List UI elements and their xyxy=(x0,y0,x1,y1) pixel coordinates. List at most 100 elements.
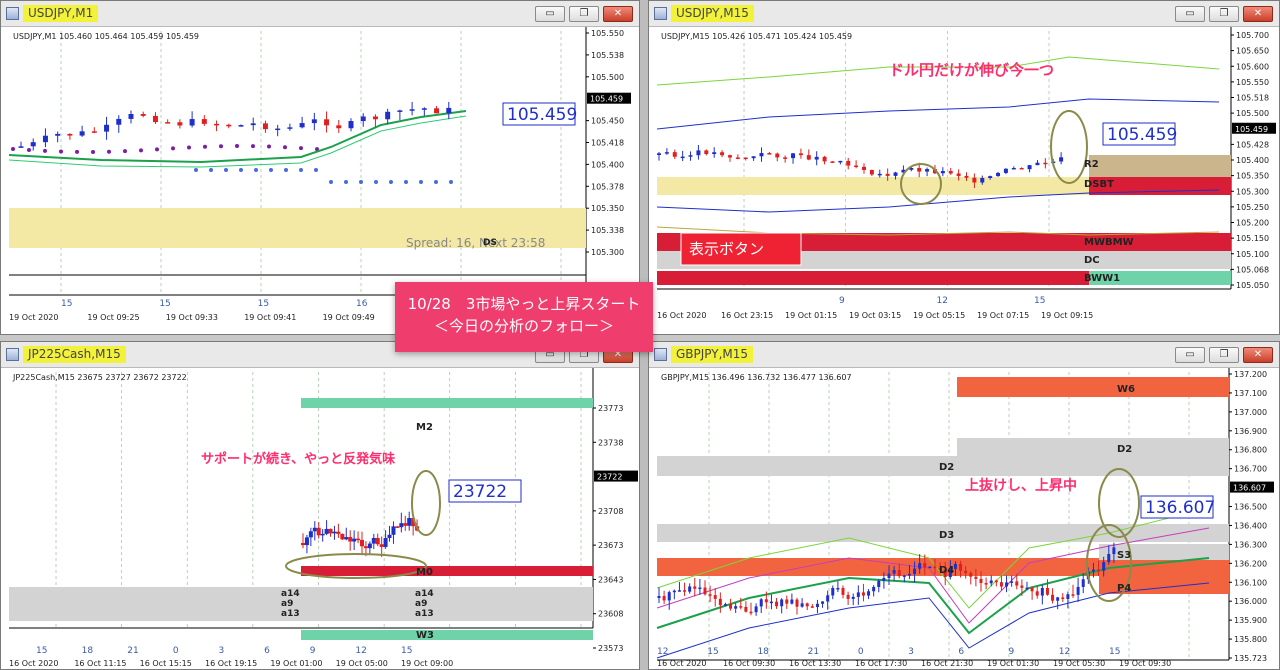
candle-body xyxy=(395,526,400,528)
restore-button[interactable]: ❐ xyxy=(1209,6,1239,22)
candle-body xyxy=(959,563,963,571)
minimize-button[interactable]: ▭ xyxy=(1175,347,1205,363)
candle-body xyxy=(790,599,794,604)
candle-body xyxy=(989,580,993,584)
candle-body xyxy=(693,586,697,589)
candle-body xyxy=(399,523,404,528)
candle-body xyxy=(1010,581,1014,583)
candle-body xyxy=(814,156,819,160)
w6-zone xyxy=(957,377,1229,397)
candle-body xyxy=(872,586,876,592)
candle-body xyxy=(1097,569,1101,572)
candle-body xyxy=(1066,594,1070,599)
candle-body xyxy=(238,125,244,127)
chart-window-jp225cash-m15[interactable]: JP225Cash,M15 ▭ ❐ ✕ JP225Cash,M15 23675 … xyxy=(0,341,640,670)
price-tick-label: 105.550 xyxy=(1236,78,1269,87)
price-chart[interactable]: USDJPY,M15 105.426 105.471 105.424 105.4… xyxy=(649,27,1279,334)
candle-body xyxy=(821,601,825,604)
candle-body xyxy=(925,169,930,172)
session-hour-label: 0 xyxy=(858,647,864,657)
price-tick-label: 137.000 xyxy=(1234,408,1267,417)
candle-body xyxy=(336,531,341,534)
time-tick-label: 19 Oct 03:15 xyxy=(849,311,901,320)
candle-body xyxy=(720,152,725,156)
psar-dot xyxy=(91,149,95,154)
price-tick-label: 136.607 xyxy=(1233,484,1266,493)
zone-label: R2 xyxy=(1084,159,1099,170)
candle-body xyxy=(363,546,368,549)
price-chart[interactable]: JP225Cash,M15 23675 23727 23672 23722 237… xyxy=(1,368,639,669)
chart-window-usdjpy-m15[interactable]: USDJPY,M15 ▭ ❐ ✕ USDJPY,M15 105.426 105.… xyxy=(648,0,1280,335)
candle-body xyxy=(344,537,349,540)
psar-dot xyxy=(224,168,228,172)
window-title: USDJPY,M1 xyxy=(23,5,99,22)
candle-body xyxy=(683,590,687,592)
spread-readout: Spread: 16, Next 23:58 xyxy=(406,236,545,250)
ohlc-readout: JP225Cash,M15 23675 23727 23672 23722 xyxy=(12,373,187,382)
zone-label: D4 xyxy=(939,565,954,576)
session-hour-label: 12 xyxy=(937,296,948,306)
session-hour-label: 15 xyxy=(1109,647,1120,657)
time-tick-label: 19 Oct 09:30 xyxy=(1119,659,1171,668)
minimize-button[interactable]: ▭ xyxy=(535,6,565,22)
candle-body xyxy=(928,566,932,569)
time-tick-label: 16 Oct 21:30 xyxy=(921,659,973,668)
chart-window-icon xyxy=(654,348,667,361)
resistance-zone-r2 xyxy=(1089,155,1231,177)
time-tick-label: 19 Oct 01:30 xyxy=(987,659,1039,668)
candle-body xyxy=(672,152,677,157)
price-tick-label: 105.450 xyxy=(591,117,624,126)
zone-label: S3 xyxy=(1117,550,1131,561)
candle-body xyxy=(316,527,321,536)
analysis-follow-banner: 10/28 3市場やっと上昇スタート ＜今日の分析のフォロー＞ xyxy=(395,282,653,352)
title-bar[interactable]: GBPJPY,M15 ▭ ❐ ✕ xyxy=(649,342,1279,368)
price-tick-label: 23608 xyxy=(598,610,623,619)
close-button[interactable]: ✕ xyxy=(1243,347,1273,363)
time-tick-label: 19 Oct 09:15 xyxy=(1041,311,1093,320)
session-hour-label: 3 xyxy=(908,647,914,657)
psar-dot xyxy=(187,145,191,150)
session-hour-label: 12 xyxy=(355,646,366,656)
restore-button[interactable]: ❐ xyxy=(569,6,599,22)
minimize-button[interactable]: ▭ xyxy=(1175,6,1205,22)
candle-body xyxy=(897,570,901,577)
chart-window-gbpjpy-m15[interactable]: GBPJPY,M15 ▭ ❐ ✕ GBPJPY,M15 136.496 136.… xyxy=(648,341,1280,670)
annotation-text: 上抜けし、上昇中 xyxy=(965,477,1077,494)
title-bar[interactable]: USDJPY,M15 ▭ ❐ ✕ xyxy=(649,1,1279,27)
candle-body xyxy=(664,152,669,154)
price-tick-label: 136.900 xyxy=(1234,427,1267,436)
price-chart[interactable]: GBPJPY,M15 136.496 136.732 136.477 136.6… xyxy=(649,368,1279,669)
candle-body xyxy=(1045,587,1049,595)
session-hour-label: 0 xyxy=(173,646,179,656)
psar-dot xyxy=(139,148,143,153)
session-hour-label: 18 xyxy=(82,646,94,656)
title-bar[interactable]: USDJPY,M1 ▭ ❐ ✕ xyxy=(1,1,639,27)
ohlc-readout: GBPJPY,M15 136.496 136.732 136.477 136.6… xyxy=(661,373,852,382)
close-button[interactable]: ✕ xyxy=(1243,6,1273,22)
price-tick-label: 23773 xyxy=(598,404,623,413)
time-tick-label: 19 Oct 09:00 xyxy=(401,659,453,668)
candle-body xyxy=(749,611,753,614)
psar-dot xyxy=(203,144,207,149)
candle-body xyxy=(764,599,768,603)
close-button[interactable]: ✕ xyxy=(603,6,633,22)
candle-body xyxy=(735,157,740,159)
candle-body xyxy=(893,172,898,176)
candle-body xyxy=(1043,162,1048,165)
candle-body xyxy=(734,606,738,609)
candle-body xyxy=(917,168,922,172)
w3-zone xyxy=(301,630,593,640)
candle-body xyxy=(907,573,911,576)
time-tick-label: 19 Oct 2020 xyxy=(9,313,58,322)
time-tick-label: 19 Oct 05:15 xyxy=(913,311,965,320)
candle-body xyxy=(340,533,345,540)
session-hour-label: 21 xyxy=(127,646,138,656)
candle-body xyxy=(994,580,998,583)
candle-body xyxy=(672,590,676,593)
restore-button[interactable]: ❐ xyxy=(1209,347,1239,363)
candle-body xyxy=(984,583,988,585)
m0-zone xyxy=(301,566,593,576)
psar-dot xyxy=(194,168,198,172)
price-tick-label: 23722 xyxy=(597,473,622,482)
session-hour-label: 15 xyxy=(707,647,718,657)
